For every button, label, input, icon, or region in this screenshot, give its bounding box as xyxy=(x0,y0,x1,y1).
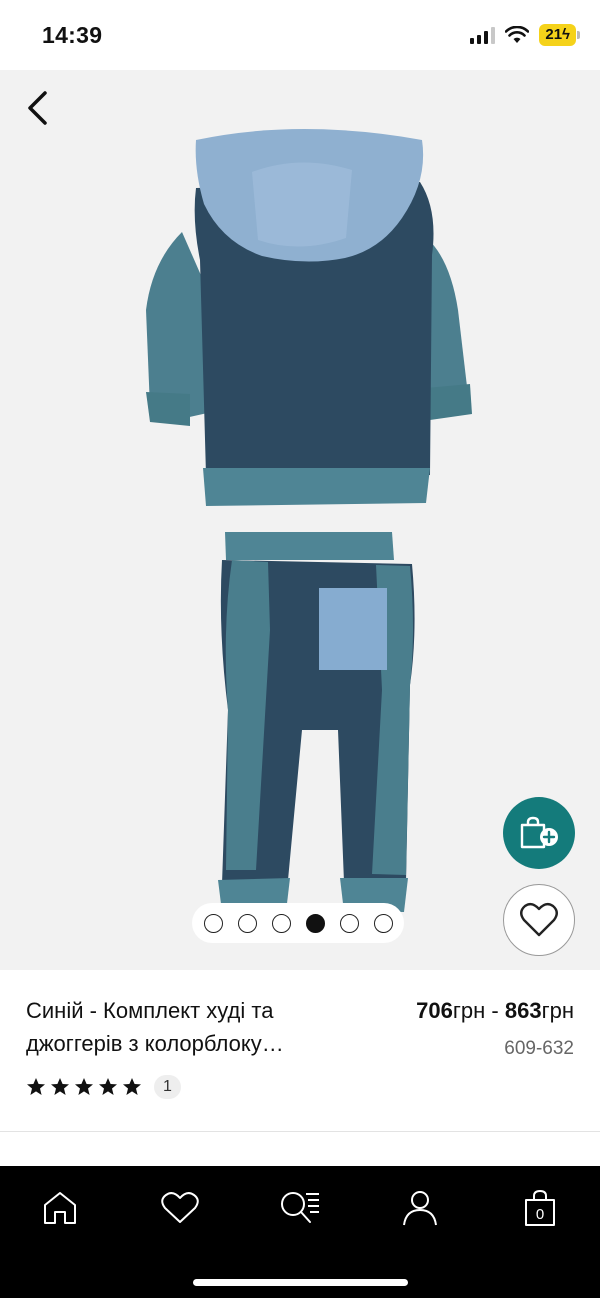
price-from: 706 xyxy=(416,998,453,1023)
battery-level: 21 xyxy=(545,26,563,43)
price-to: 863 xyxy=(504,998,542,1023)
bag-plus-icon xyxy=(520,816,558,849)
star-icon xyxy=(27,1078,45,1095)
home-indicator xyxy=(193,1279,408,1286)
nav-home[interactable] xyxy=(30,1186,90,1230)
charging-icon: ϟ xyxy=(562,26,570,43)
nav-favourites[interactable] xyxy=(150,1186,210,1230)
nav-account[interactable] xyxy=(390,1186,450,1230)
review-count: 1 xyxy=(154,1075,181,1099)
price-currency: грн xyxy=(452,998,486,1023)
back-button[interactable] xyxy=(14,84,62,132)
heart-icon xyxy=(520,902,558,937)
product-image-gallery[interactable] xyxy=(0,70,600,970)
gallery-dot[interactable] xyxy=(271,913,291,933)
status-time: 14:39 xyxy=(42,22,103,48)
bag-count: 0 xyxy=(536,1206,544,1223)
gallery-dot[interactable] xyxy=(237,913,257,933)
star-icon xyxy=(123,1078,141,1095)
wishlist-button[interactable] xyxy=(503,884,575,956)
status-icons: 21ϟ xyxy=(470,24,580,46)
nav-bag[interactable]: 0 xyxy=(510,1186,570,1230)
bag-icon: 0 xyxy=(525,1189,555,1226)
user-icon xyxy=(403,1191,437,1226)
price-separator: - xyxy=(485,998,505,1023)
star-icon xyxy=(99,1078,117,1095)
nav-search[interactable] xyxy=(270,1186,330,1230)
gallery-dot[interactable] xyxy=(373,913,393,933)
product-title[interactable]: Синій - Комплект худі та джоггерів з кол… xyxy=(26,994,351,1060)
search-list-icon xyxy=(281,1192,319,1223)
gallery-dot-active[interactable] xyxy=(305,913,325,933)
chevron-left-icon xyxy=(28,91,47,125)
gallery-pagination xyxy=(192,903,404,943)
signal-icon xyxy=(470,26,496,44)
price-currency: грн xyxy=(541,998,574,1023)
wifi-icon xyxy=(505,26,530,43)
rating[interactable]: 1 xyxy=(26,1075,181,1099)
product-info: Синій - Комплект худі та джоггерів з кол… xyxy=(0,970,600,1132)
product-price: 706грн - 863грн xyxy=(416,994,574,1027)
gallery-dot[interactable] xyxy=(203,913,223,933)
star-icon xyxy=(51,1078,69,1095)
add-to-bag-button[interactable] xyxy=(503,797,575,869)
battery-indicator: 21ϟ xyxy=(539,24,580,46)
home-icon xyxy=(44,1192,76,1224)
bottom-nav: 0 xyxy=(0,1166,600,1298)
heart-icon xyxy=(161,1192,199,1223)
size-range: 609-632 xyxy=(504,1038,574,1059)
star-icon xyxy=(75,1078,93,1095)
gallery-dot[interactable] xyxy=(339,913,359,933)
status-bar: 14:39 21ϟ xyxy=(0,0,600,70)
